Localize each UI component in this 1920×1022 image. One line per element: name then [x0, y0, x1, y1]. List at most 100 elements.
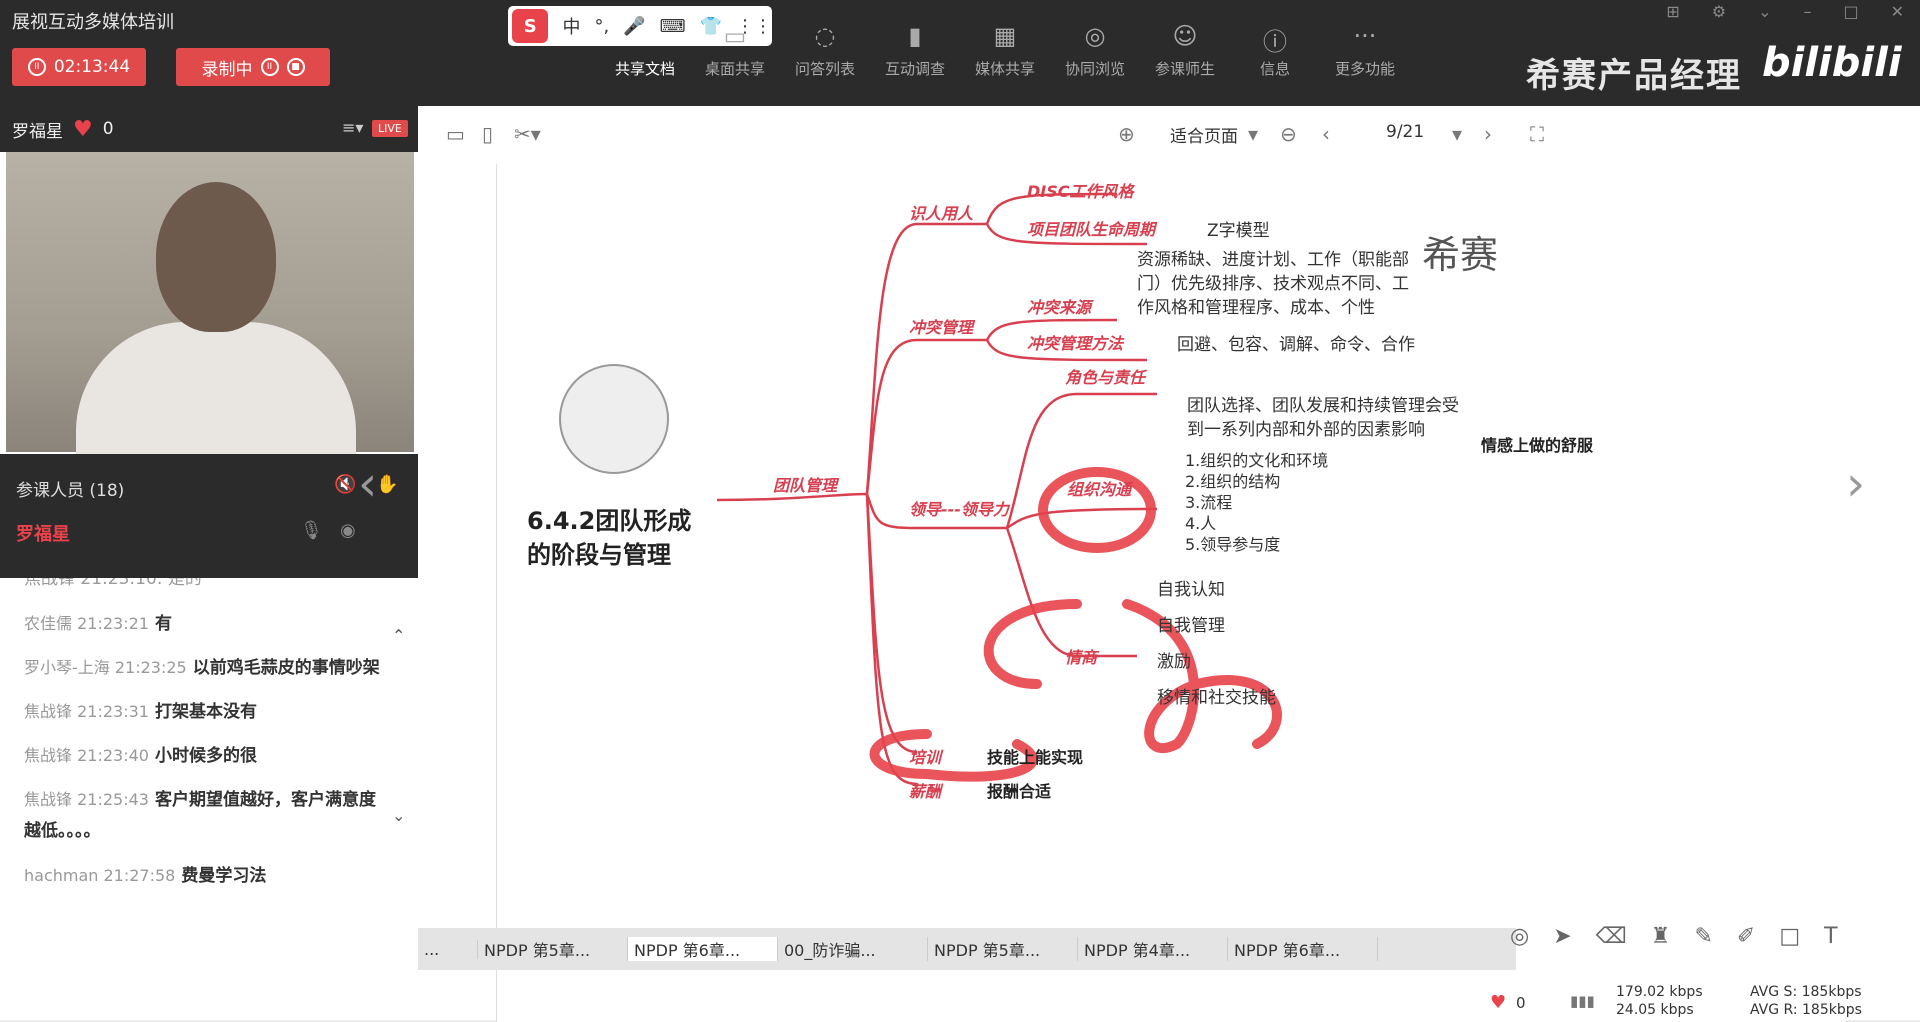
info-button[interactable]: ⓘ 信息 [1230, 22, 1320, 79]
pointer-icon[interactable]: ➤ [1553, 924, 1571, 949]
mindmap-node: 识人用人 [909, 204, 974, 223]
desktop-icon: ▭ [723, 22, 747, 50]
hand-icon[interactable]: ✋ [376, 474, 398, 495]
chevron-down-icon[interactable]: ⌄ [1758, 2, 1771, 21]
ime-logo[interactable]: S [512, 9, 549, 43]
zoom-in-icon[interactable]: ⊕ [1118, 122, 1135, 146]
minimize-icon[interactable]: – [1803, 2, 1811, 21]
prev-page-icon[interactable]: ‹ [1322, 122, 1330, 146]
doc-tab[interactable]: ... [418, 939, 478, 959]
media-icon: ▦ [993, 22, 1017, 50]
desktop-share-button[interactable]: ▭ 桌面共享 [690, 22, 780, 79]
avg-send: AVG S: 185kbps [1750, 984, 1862, 1000]
host-row: 罗福星 ♥ 0 ≡▾ LIVE [0, 106, 418, 152]
upload-rate: 179.02 kbps [1616, 984, 1703, 1000]
doc-tab[interactable]: NPDP 第5章... [478, 937, 628, 961]
timer-value: 02:13:44 [53, 57, 131, 77]
chat-scroll-down-icon[interactable]: ⌄ [392, 806, 405, 825]
file-icon[interactable]: ▯ [482, 122, 493, 146]
mute-icon[interactable]: 🔇 [334, 474, 356, 495]
folder-icon[interactable]: ▭ [446, 122, 465, 146]
chevron-down-icon[interactable]: ▾ [1452, 122, 1462, 146]
media-share-button[interactable]: ▦ 媒体共享 [960, 22, 1050, 79]
mindmap-node: 冲突管理 [909, 318, 974, 337]
doc-tab[interactable]: NPDP 第5章... [928, 937, 1078, 961]
person-body [76, 322, 356, 462]
stamp-icon[interactable]: ♜ [1651, 924, 1671, 949]
fullscreen-icon[interactable]: ⛶ [1530, 122, 1544, 146]
mindmap-node: 组织沟通 [1067, 480, 1132, 499]
mindmap-note: 团队选择、团队发展和持续管理会受 到一系列内部和外部的因素影响 [1187, 396, 1459, 440]
participant-user[interactable]: 罗福星 [16, 520, 70, 546]
host-name: 罗福星 [12, 121, 63, 142]
grid-icon[interactable]: ⊞ [1666, 2, 1679, 21]
more-icon: ··· [1353, 22, 1377, 50]
chat-panel: 焦战锋 21:23:10: 是的 农佳儒 21:23:21 有 罗小琴-上海 21… [0, 578, 418, 1020]
mindmap-note: 技能上能实现 [987, 748, 1084, 767]
app-title: 展视互动多媒体培训 [12, 12, 174, 33]
mindmap-list: 自我认知 自我管理 激励 移情和社交技能 [1157, 580, 1276, 708]
qa-list-button[interactable]: ◌ 问答列表 [780, 22, 870, 79]
mindmap-note: Z字模型 [1207, 221, 1270, 241]
next-page-icon[interactable]: › [1484, 122, 1492, 146]
chat-message: 焦战锋 21:23:40 小时候多的很 [24, 746, 257, 766]
ime-item[interactable]: 中 [562, 13, 580, 39]
record-button[interactable]: 录制中 II ■ [176, 48, 330, 86]
people-icon: ☺ [1172, 22, 1198, 50]
prev-slide-icon[interactable]: ‹ [358, 456, 377, 512]
text-tool-icon[interactable]: T [1824, 924, 1837, 949]
mindmap-node: 冲突来源 [1027, 298, 1092, 317]
list-icon[interactable]: ≡▾ [342, 118, 363, 137]
participants-title[interactable]: 参课人员 (18) [16, 476, 124, 501]
zoom-out-icon[interactable]: ⊖ [1280, 122, 1297, 146]
doc-tab[interactable]: 00_防诈骗... [778, 937, 928, 961]
target-icon[interactable]: ◎ [1510, 924, 1529, 949]
highlighter-icon[interactable]: ✐ [1737, 924, 1755, 949]
doc-tab-active[interactable]: NPDP 第6章... [628, 937, 778, 961]
heart-icon[interactable]: ♥ [73, 117, 93, 142]
signal-icon: ▮▮▮ [1570, 992, 1595, 1010]
doc-tab[interactable]: NPDP 第4章... [1078, 937, 1228, 961]
chevron-down-icon[interactable]: ▾ [1248, 122, 1258, 146]
mic-icon[interactable]: 🎙 [300, 520, 323, 541]
chat-message: 罗小琴-上海 21:23:25 以前鸡毛蒜皮的事情吵架 [24, 658, 380, 678]
camera-icon[interactable]: ◉ [340, 520, 356, 541]
record-pause-icon[interactable]: II [260, 58, 279, 76]
scissors-icon[interactable]: ✂▾ [514, 122, 541, 146]
page-indicator[interactable]: 9/21 [1386, 122, 1424, 142]
mindmap-node: DISC工作风格 [1027, 182, 1134, 201]
record-stop-icon[interactable]: ■ [286, 58, 305, 76]
mindmap-node: 角色与责任 [1065, 368, 1146, 387]
mindmap-list: 1.组织的文化和环境 2.组织的结构 3.流程 4.人 5.领导参与度 [1185, 451, 1329, 554]
close-icon[interactable]: ✕ [1891, 2, 1904, 21]
mindmap-node: 培训 [909, 748, 942, 767]
next-slide-icon[interactable]: › [1846, 456, 1865, 512]
mindmap-node: 项目团队生命周期 [1027, 220, 1156, 239]
heart-icon[interactable]: ♥ [1490, 992, 1506, 1013]
pen-icon[interactable]: ✎ [1694, 924, 1712, 949]
more-button[interactable]: ··· 更多功能 [1320, 22, 1410, 79]
chat-message: hachman 21:27:58 费曼学习法 [24, 866, 267, 886]
attendees-button[interactable]: ☺ 参课师生 [1140, 22, 1230, 79]
maximize-icon[interactable]: □ [1843, 2, 1858, 21]
zoom-select[interactable]: 适合页面 [1170, 122, 1238, 147]
doc-tab[interactable]: NPDP 第6章... [1228, 937, 1378, 961]
survey-button[interactable]: ▮ 互动调查 [870, 22, 960, 79]
host-video [6, 152, 414, 462]
doc-toolbar: ▭ ▯ ✂▾ ⊕ 适合页面 ▾ ⊖ ‹ 9/21 ▾ › ⛶ [418, 106, 1920, 164]
live-badge: LIVE [372, 120, 408, 137]
xisai-logo: 希赛 [1422, 233, 1499, 277]
settings-icon[interactable]: ⚙ [1712, 2, 1726, 21]
bilibili-logo: bilibili [1762, 40, 1902, 86]
mindmap-note: 资源稀缺、进度计划、工作（职能部 门）优先级排序、技术观点不同、工 作风格和管理程序… [1137, 250, 1409, 318]
timer-button[interactable]: II 02:13:44 [12, 48, 146, 86]
window-controls: ⊞ ⚙ ⌄ – □ ✕ [1666, 2, 1904, 21]
eraser-icon[interactable]: ⌫ [1596, 924, 1627, 949]
mindmap-node: 冲突管理方法 [1027, 334, 1124, 353]
document-viewer: ▭ ▯ ✂▾ ⊕ 适合页面 ▾ ⊖ ‹ 9/21 ▾ › ⛶ 6.4.2团队形成… [358, 106, 1920, 1022]
share-doc-button[interactable]: ▭ 共享文档 [600, 22, 690, 79]
co-browse-button[interactable]: ◎ 协同浏览 [1050, 22, 1140, 79]
side-note: 情感上做的舒服 [1481, 436, 1594, 455]
chat-collapse-icon[interactable]: ⌃ [392, 626, 405, 645]
rectangle-icon[interactable]: □ [1779, 924, 1800, 949]
